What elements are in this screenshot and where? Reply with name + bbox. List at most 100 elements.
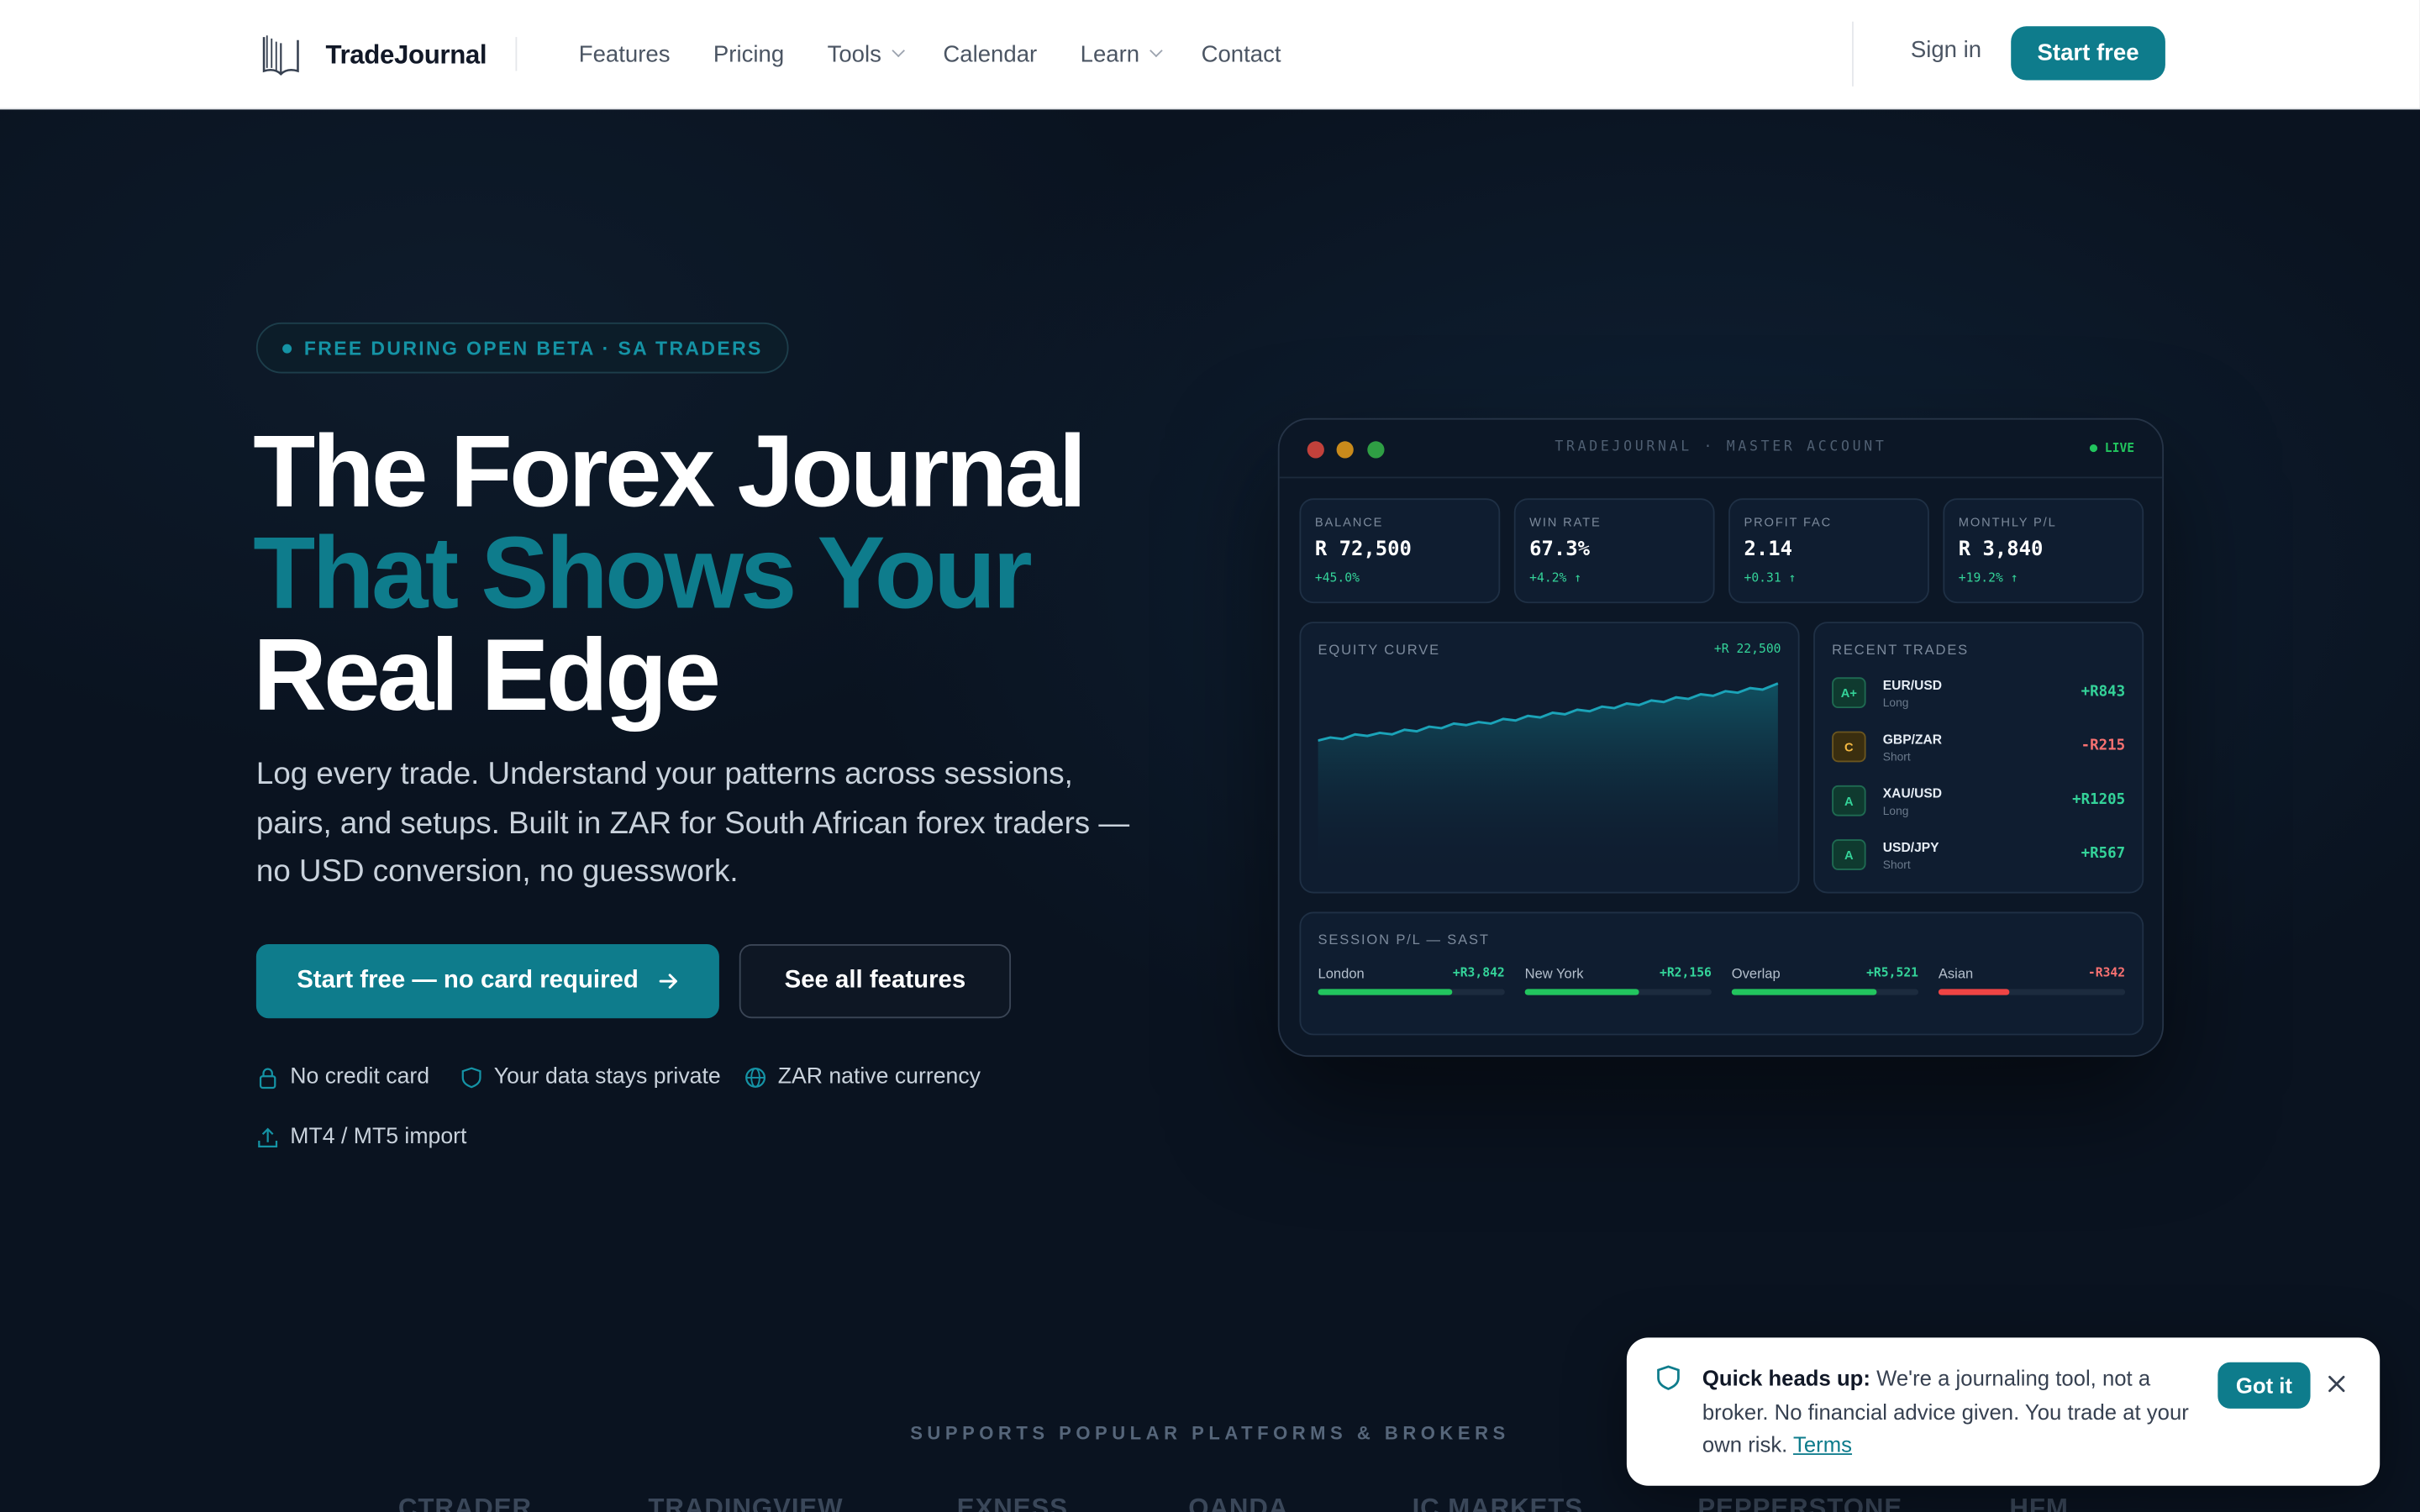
stat-card-monthly-pl: MONTHLY P/L R 3,840 +19.2% ↑ [1943, 498, 2144, 604]
session-value: +R2,156 [1659, 965, 1712, 980]
shield-icon [461, 1066, 481, 1088]
nav-link-contact[interactable]: Contact [1202, 37, 1281, 71]
stat-delta: +19.2% ↑ [1958, 570, 2018, 585]
trade-grade: C [1832, 731, 1866, 763]
trust-no-credit-card: No credit card [256, 1064, 429, 1089]
trade-pnl: -R215 [2081, 737, 2126, 755]
upload-icon [258, 1126, 278, 1147]
trade-pnl: +R567 [2081, 845, 2126, 863]
session-value: +R5,521 [1866, 965, 1919, 980]
toast-heading: Quick heads up: [1702, 1365, 1870, 1390]
trust-text: No credit card [290, 1064, 430, 1089]
session-name: Overlap [1731, 965, 1781, 982]
nav-link-features[interactable]: Features [579, 37, 671, 71]
headline-line-2: That Shows Your [253, 515, 1032, 630]
hero-subtitle: Log every trade. Understand your pattern… [255, 757, 1130, 889]
session-value: +R3,842 [1452, 965, 1505, 980]
chevron-down-icon [892, 44, 906, 58]
trade-pnl: +R1205 [2072, 791, 2126, 809]
trade-grade: A [1832, 785, 1866, 816]
session-bar-fill [1318, 989, 1453, 995]
trade-row[interactable]: A XAU/USD Long +R1205 [1832, 785, 2125, 822]
nav-link-learn[interactable]: Learn [1080, 37, 1164, 71]
trade-row[interactable]: A USD/JPY Short +R567 [1832, 839, 2125, 876]
terms-link[interactable]: Terms [1793, 1431, 1852, 1456]
shield-icon [1657, 1365, 1680, 1390]
stat-delta: +0.31 ↑ [1744, 570, 1797, 585]
close-icon[interactable] [2324, 1372, 2349, 1396]
trade-pair: XAU/USD [1882, 785, 1943, 801]
nav-link-label: Learn [1080, 40, 1140, 67]
session-name: New York [1524, 965, 1584, 982]
trade-pair: EUR/USD [1882, 677, 1943, 693]
nav-link-label: Features [578, 40, 671, 67]
nav-link-label: Pricing [713, 40, 785, 67]
trade-direction: Long [1882, 803, 1909, 818]
trade-grade: A [1832, 839, 1866, 870]
trade-direction: Short [1882, 858, 1911, 872]
headline-line-3: Real Edge [253, 617, 721, 732]
nav-link-label: Calendar [943, 40, 1038, 67]
trade-row[interactable]: A+ EUR/USD Long +R843 [1832, 677, 2125, 714]
trust-text: Your data stays private [493, 1064, 721, 1089]
see-features-button[interactable]: See all features [739, 944, 1012, 1019]
beta-badge-text: FREE DURING OPEN BETA · SA TRADERS [303, 337, 763, 360]
got-it-button[interactable]: Got it [2217, 1362, 2311, 1409]
trade-grade: A+ [1832, 677, 1866, 709]
stat-label: BALANCE [1314, 515, 1384, 529]
stat-card-win-rate: WIN RATE 67.3% +4.2% ↑ [1513, 498, 1715, 604]
session-bar-track [1938, 989, 2126, 995]
beta-badge: FREE DURING OPEN BETA · SA TRADERS [255, 322, 789, 374]
trade-row[interactable]: C GBP/ZAR Short -R215 [1832, 731, 2126, 769]
nav-links: Features Pricing Tools Calendar Learn Co… [579, 37, 1324, 71]
trade-direction: Short [1882, 749, 1911, 764]
brand-ic-markets: IC MARKETS [1412, 1493, 1584, 1512]
brand-oanda: OANDA [1188, 1493, 1289, 1512]
live-indicator: LIVE [2089, 441, 2134, 455]
disclaimer-toast: Quick heads up: We're a journaling tool,… [1626, 1337, 2381, 1486]
equity-area [1318, 683, 1778, 879]
nav-link-label: Contact [1201, 40, 1281, 67]
trust-data-private: Your data stays private [460, 1064, 721, 1089]
chevron-down-icon [1150, 44, 1164, 58]
trust-zar-currency: ZAR native currency [744, 1064, 981, 1089]
nav-divider-right [1852, 21, 1854, 87]
session-bar-track [1524, 989, 1712, 995]
nav-link-label: Tools [827, 40, 881, 67]
globe-icon [745, 1067, 766, 1087]
trade-pnl: +R843 [2081, 683, 2126, 701]
start-free-button[interactable]: Start free [2011, 26, 2165, 81]
stat-delta: +45.0% [1314, 570, 1360, 585]
session-pl-card: SESSION P/L — SAST London +R3,842 New Yo… [1299, 911, 2144, 1036]
brand-pepperstone: PEPPERSTONE [1697, 1493, 1903, 1512]
brand-logo[interactable]: TradeJournal [256, 31, 487, 81]
lock-icon [259, 1067, 276, 1089]
brand-ctrader: CTRADER [397, 1493, 532, 1512]
brand-name: TradeJournal [325, 39, 487, 70]
nav-link-pricing[interactable]: Pricing [713, 37, 784, 71]
top-nav: TradeJournal Features Pricing Tools Cale… [0, 0, 2420, 110]
session-bar-fill [1524, 989, 1639, 995]
brand-hfm: HFM [2009, 1493, 2069, 1512]
session-bar-track [1318, 989, 1505, 995]
start-free-cta-button[interactable]: Start free — no card required [255, 944, 719, 1019]
brand-tradingview: TRADINGVIEW [648, 1493, 844, 1512]
arrow-right-icon [659, 974, 677, 989]
equity-curve-card: EQUITY CURVE +R 22,500 [1299, 622, 1800, 894]
sign-in-link[interactable]: Sign in [1911, 37, 1981, 63]
session-name: London [1318, 965, 1365, 982]
hero-headline: The Forex Journal That Shows Your Real E… [253, 420, 1086, 732]
stat-label: MONTHLY P/L [1958, 515, 2057, 529]
equity-curve-chart [1318, 682, 1779, 879]
trust-mt-import: MT4 / MT5 import [256, 1125, 466, 1149]
page: TradeJournal Features Pricing Tools Cale… [0, 0, 2420, 1512]
nav-link-tools[interactable]: Tools [827, 37, 906, 71]
brand-exness: EXNESS [956, 1493, 1068, 1512]
trade-pair: GBP/ZAR [1882, 731, 1943, 747]
stat-value: 2.14 [1744, 538, 1792, 562]
stat-card-profit-factor: PROFIT FAC 2.14 +0.31 ↑ [1728, 498, 1929, 604]
stat-card-balance: BALANCE R 72,500 +45.0% [1299, 498, 1501, 604]
nav-link-calendar[interactable]: Calendar [943, 37, 1037, 71]
session-bar-track [1731, 989, 1919, 995]
session-bar-fill [1731, 989, 1878, 995]
